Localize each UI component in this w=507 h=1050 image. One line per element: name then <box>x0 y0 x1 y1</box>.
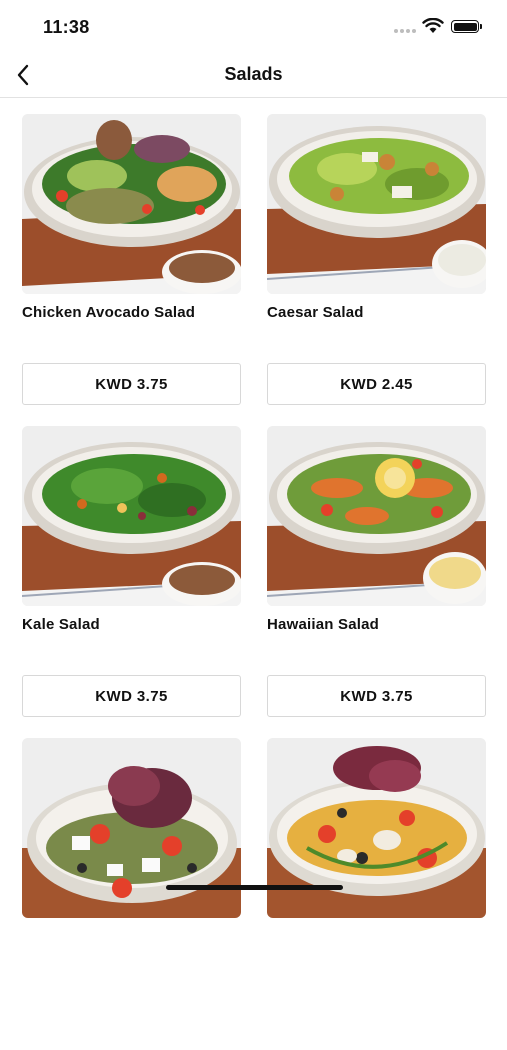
wifi-icon <box>422 18 444 33</box>
caesar-salad-image[interactable] <box>267 114 486 294</box>
price-button[interactable]: KWD 3.75 <box>22 675 241 717</box>
chicken-avocado-salad-image[interactable] <box>22 114 241 294</box>
page-title: Salads <box>224 64 283 84</box>
product-name: Kale Salad <box>22 616 100 633</box>
home-indicator[interactable] <box>166 885 343 890</box>
status-time: 11:38 <box>43 17 90 37</box>
product-card[interactable]: Hawaiian Salad KWD 3.75 <box>267 426 486 738</box>
greek-quinoa-salad-image[interactable] <box>22 738 241 918</box>
product-card[interactable]: Kale Salad KWD 3.75 <box>22 426 241 738</box>
price-button[interactable]: KWD 2.45 <box>267 363 486 405</box>
signal-icon <box>394 29 416 33</box>
product-grid: Chicken Avocado Salad KWD 3.75 Caesar Sa… <box>22 114 487 1050</box>
product-card[interactable]: Chicken Avocado Salad KWD 3.75 <box>22 114 241 426</box>
status-bar: 11:38 <box>0 0 507 52</box>
product-card[interactable] <box>267 738 486 1050</box>
pasta-salad-image[interactable] <box>267 738 486 918</box>
price-button[interactable]: KWD 3.75 <box>22 363 241 405</box>
price-button[interactable]: KWD 3.75 <box>267 675 486 717</box>
product-name: Hawaiian Salad <box>267 616 380 633</box>
hawaiian-salad-image[interactable] <box>267 426 486 606</box>
product-card[interactable] <box>22 738 241 1050</box>
nav-bar: Salads <box>0 52 507 98</box>
product-name: Caesar Salad <box>267 304 364 321</box>
battery-icon <box>451 20 482 33</box>
product-card[interactable]: Caesar Salad KWD 2.45 <box>267 114 486 426</box>
kale-salad-image[interactable] <box>22 426 241 606</box>
product-name: Chicken Avocado Salad <box>22 304 196 321</box>
